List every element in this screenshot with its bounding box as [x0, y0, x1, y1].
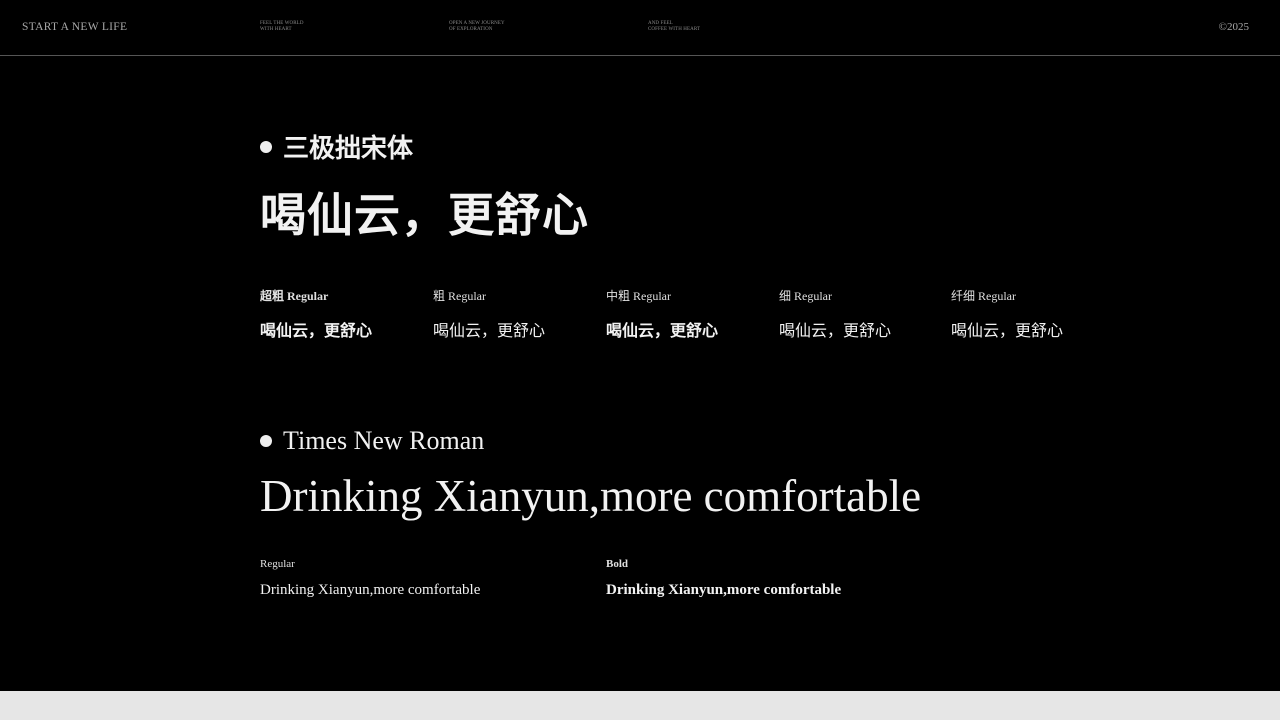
latin-font-section: Times New Roman Drinking Xianyun,more co… — [260, 426, 921, 618]
weight-samples: Regular Drinking Xianyun,more comfortabl… — [260, 558, 921, 618]
bullet-dot-icon — [260, 140, 272, 153]
nav-item-line: WITH HEART — [260, 27, 292, 32]
weight-samples: 超粗 Regular 喝仙云，更舒心 粗 Regular 喝仙云，更舒心 中粗 … — [260, 287, 1063, 347]
chinese-font-section: 三极拙宋体 喝仙云，更舒心 超粗 Regular 喝仙云，更舒心 粗 Regul… — [260, 128, 1063, 347]
weight-sample: 喝仙云，更舒心 — [606, 323, 719, 340]
weight-label: 细 Regular — [779, 289, 832, 303]
section-heading: Times New Roman — [260, 426, 921, 456]
weight-column-light: 细 Regular 喝仙云，更舒心 — [779, 287, 891, 341]
weight-column-heavy: 超粗 Regular 喝仙云，更舒心 — [260, 287, 372, 341]
font-spec-page: START A NEW LIFE FEEL THE WORLD WITH HEA… — [0, 0, 1280, 691]
weight-column-bold: 粗 Regular 喝仙云，更舒心 — [433, 287, 545, 341]
nav-item-feel-the-world[interactable]: FEEL THE WORLD WITH HEART — [260, 21, 304, 33]
weight-sample: 喝仙云，更舒心 — [951, 323, 1064, 340]
bullet-dot-icon — [260, 435, 272, 447]
brand-name[interactable]: START A NEW LIFE — [22, 21, 127, 33]
nav-item-open-journey[interactable]: OPEN A NEW JOURNEY OF EXPLORATION — [449, 21, 505, 33]
section-heading: 三极拙宋体 — [260, 128, 589, 165]
weight-sample: 喝仙云，更舒心 — [260, 323, 373, 340]
font-name: 三极拙宋体 — [283, 134, 414, 163]
nav-item-line: COFFEE WITH HEART — [648, 27, 701, 32]
weight-label: 纤细 Regular — [951, 289, 1016, 303]
copyright: ©2025 — [1218, 21, 1249, 33]
nav-item-and-feel[interactable]: AND FEEL COFFEE WITH HEART — [648, 21, 700, 33]
weight-sample: 喝仙云，更舒心 — [433, 323, 546, 340]
weight-label: 粗 Regular — [433, 289, 486, 303]
font-name: Times New Roman — [283, 426, 485, 455]
weight-column-thin: 纤细 Regular 喝仙云，更舒心 — [951, 287, 1063, 341]
weight-sample: Drinking Xianyun,more comfortable — [606, 582, 842, 598]
weight-sample: Drinking Xianyun,more comfortable — [260, 582, 481, 598]
weight-column-bold: Bold Drinking Xianyun,more comfortable — [606, 558, 841, 599]
weight-sample: 喝仙云，更舒心 — [779, 323, 892, 340]
weight-label: Regular — [260, 558, 295, 570]
nav-item-line: OF EXPLORATION — [449, 27, 493, 32]
weight-label: 超粗 Regular — [260, 289, 329, 303]
display-sample: 喝仙云，更舒心 — [260, 190, 589, 241]
top-bar: START A NEW LIFE FEEL THE WORLD WITH HEA… — [0, 0, 1280, 56]
weight-column-regular: Regular Drinking Xianyun,more comfortabl… — [260, 558, 480, 599]
weight-label: 中粗 Regular — [606, 289, 671, 303]
weight-column-medium: 中粗 Regular 喝仙云，更舒心 — [606, 287, 718, 341]
display-sample: Drinking Xianyun,more comfortable — [260, 471, 922, 521]
weight-label: Bold — [606, 558, 629, 570]
